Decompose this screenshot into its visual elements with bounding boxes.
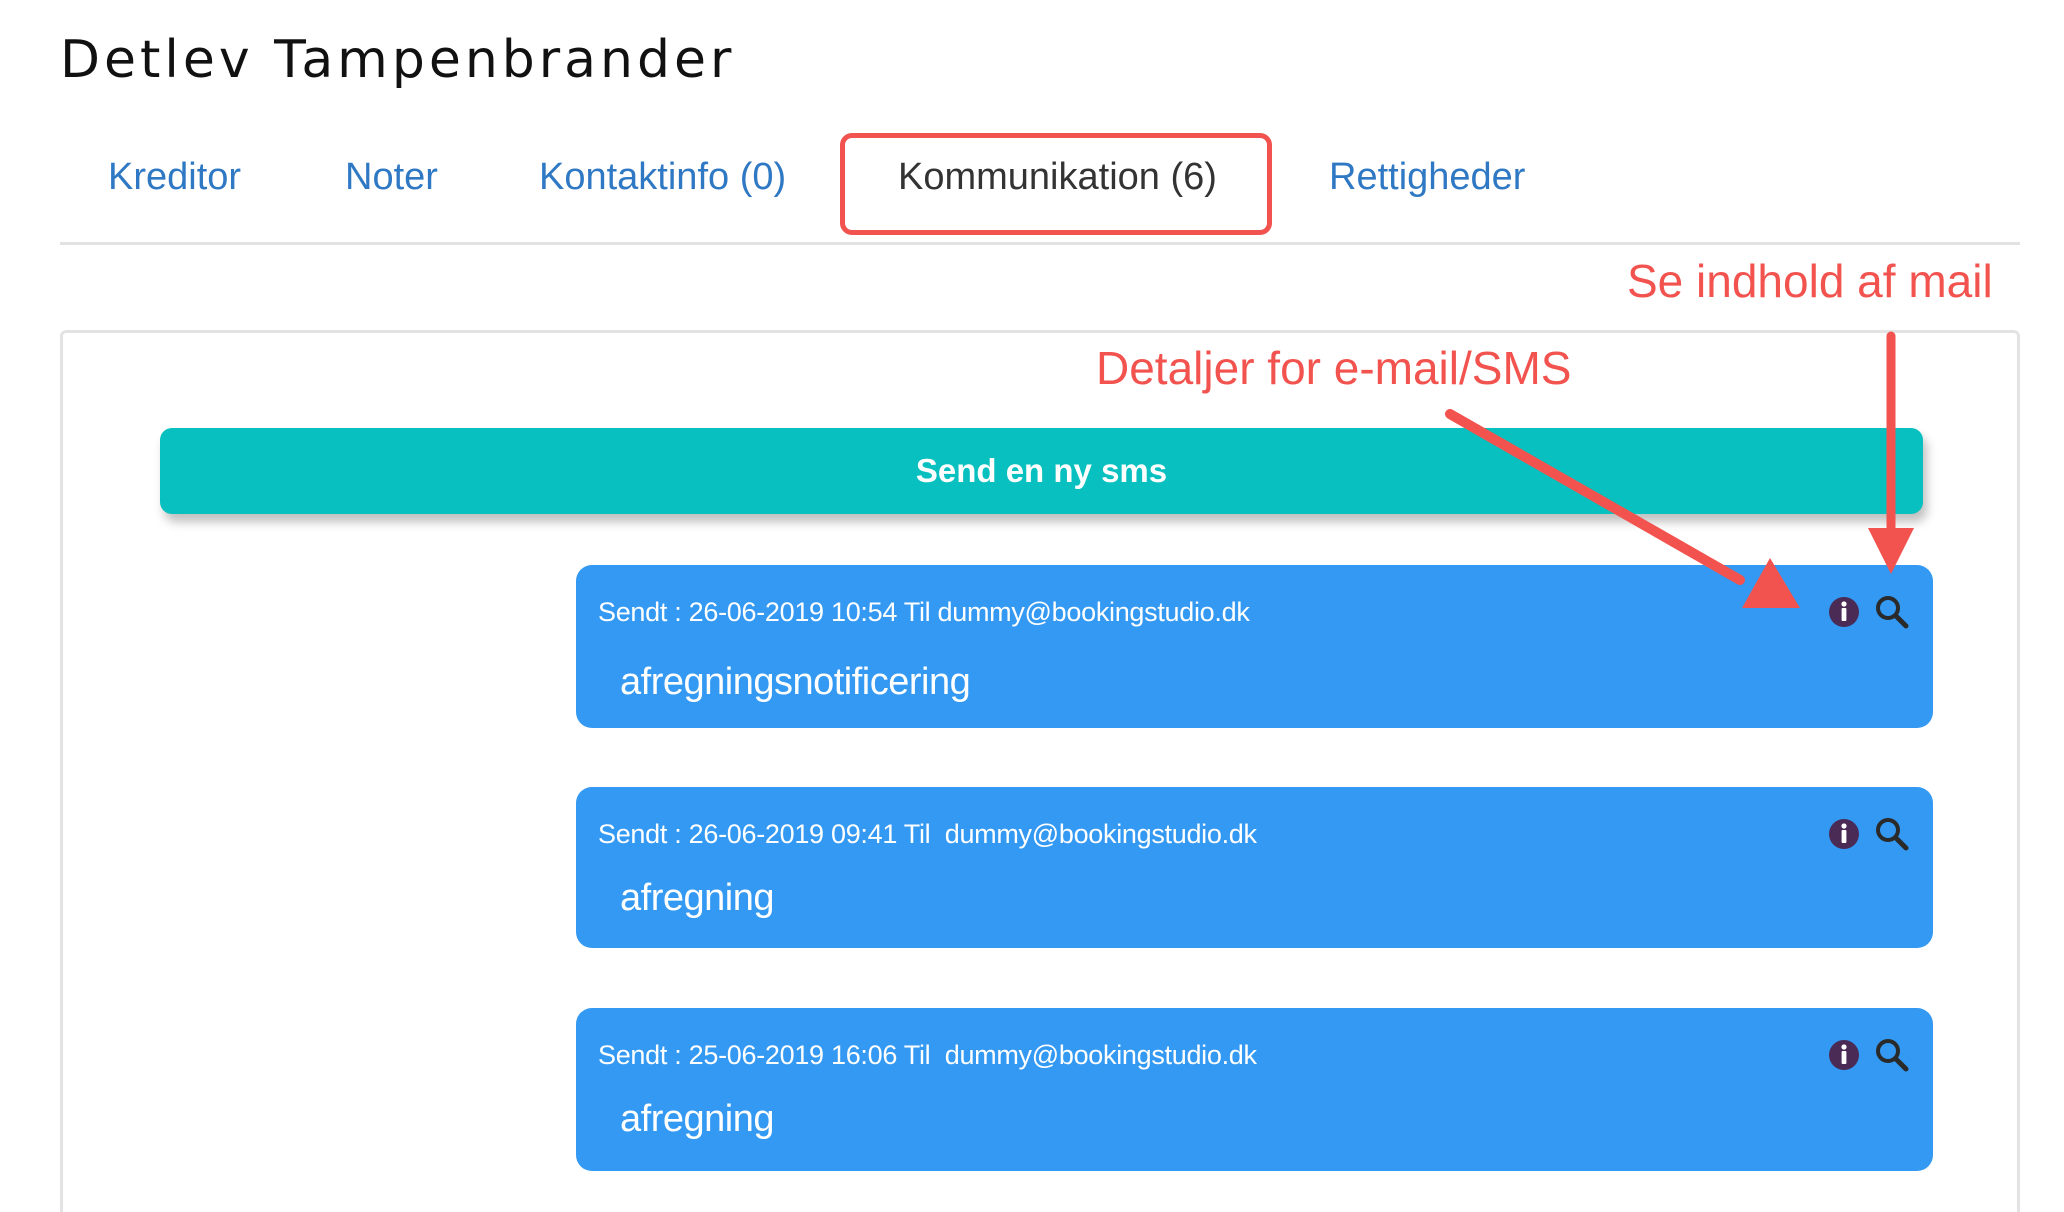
message-list: Sendt : 26-06-2019 10:54 Til dummy@booki… bbox=[576, 565, 1933, 1212]
message-meta: Sendt : 25-06-2019 16:06 Til dummy@booki… bbox=[598, 1040, 1257, 1070]
message-subject: afregning bbox=[620, 1098, 774, 1140]
page-title: Detlev Tampenbrander bbox=[60, 30, 736, 90]
message-subject: afregning bbox=[620, 877, 774, 919]
tab-kommunikation[interactable]: Kommunikation (6) bbox=[898, 156, 1217, 199]
search-icon[interactable] bbox=[1873, 1036, 1911, 1074]
tab-noter[interactable]: Noter bbox=[345, 156, 438, 199]
tab-kreditor[interactable]: Kreditor bbox=[108, 156, 241, 199]
message-item: Sendt : 26-06-2019 09:41 Til dummy@booki… bbox=[576, 787, 1933, 948]
search-icon[interactable] bbox=[1873, 815, 1911, 853]
message-meta: Sendt : 26-06-2019 10:54 Til dummy@booki… bbox=[598, 597, 1250, 627]
message-subject: afregningsnotificering bbox=[620, 661, 971, 703]
tab-rettigheder[interactable]: Rettigheder bbox=[1329, 156, 1525, 199]
search-icon[interactable] bbox=[1873, 593, 1911, 631]
message-meta: Sendt : 26-06-2019 09:41 Til dummy@booki… bbox=[598, 819, 1257, 849]
annotation-view-mail: Se indhold af mail bbox=[1627, 255, 1993, 307]
info-icon[interactable] bbox=[1827, 817, 1861, 851]
info-icon[interactable] bbox=[1827, 1038, 1861, 1072]
tab-kontaktinfo[interactable]: Kontaktinfo (0) bbox=[539, 156, 786, 199]
info-icon[interactable] bbox=[1827, 595, 1861, 629]
send-new-sms-button[interactable]: Send en ny sms bbox=[160, 428, 1923, 514]
annotation-details: Detaljer for e-mail/SMS bbox=[1096, 342, 1572, 394]
message-item: Sendt : 25-06-2019 16:06 Til dummy@booki… bbox=[576, 1008, 1933, 1171]
page: Detlev Tampenbrander Kreditor Noter Kont… bbox=[0, 0, 2064, 1212]
tab-bar: Kreditor Noter Kontaktinfo (0) Kommunika… bbox=[60, 128, 2020, 245]
message-item: Sendt : 26-06-2019 10:54 Til dummy@booki… bbox=[576, 565, 1933, 728]
